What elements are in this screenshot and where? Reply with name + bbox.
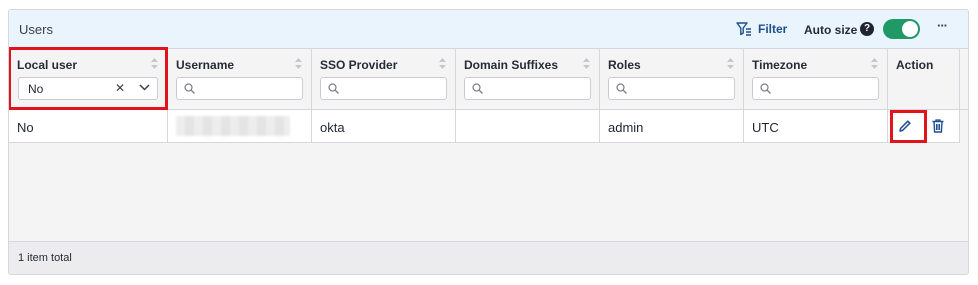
trash-icon [932,119,944,133]
search-icon [472,83,483,94]
column-header-username[interactable]: Username [168,49,312,110]
sort-icon[interactable] [583,58,590,69]
sort-icon[interactable] [439,58,446,69]
search-icon [184,83,195,94]
filter-button-label: Filter [758,22,788,36]
sort-icon[interactable] [871,58,878,69]
autosize-toggle[interactable] [883,19,920,39]
cell-text: okta [320,120,345,135]
delete-button[interactable] [931,118,945,134]
column-label: Timezone [752,58,808,72]
help-icon[interactable]: ? [860,22,874,36]
item-total-count: 1 item total [18,252,72,264]
column-label: SSO Provider [320,58,398,72]
search-icon [328,83,339,94]
table-body: No okta admin UTC [9,110,968,241]
table-row: No okta admin UTC [9,110,960,143]
username-search-input[interactable] [199,80,298,97]
more-options-button[interactable]: ··· [934,19,950,36]
table-toolbar: Users Filter Auto size ? ··· [9,10,968,49]
domain-suffixes-search-field[interactable] [464,77,591,100]
timezone-search-field[interactable] [752,77,879,100]
sso-provider-search-field[interactable] [320,77,447,100]
edit-button-highlight [890,110,927,143]
username-search-field[interactable] [176,77,303,100]
sort-icon[interactable] [727,58,734,69]
table-footer: 1 item total [9,241,968,274]
toggle-knob [902,21,918,37]
search-icon [760,83,771,94]
column-header-domain-suffixes[interactable]: Domain Suffixes [456,49,600,110]
panel-title: Users [19,22,53,37]
domain-suffixes-search-input[interactable] [487,80,586,97]
column-header-sso-provider[interactable]: SSO Provider [312,49,456,110]
cell-sso-provider: okta [312,110,456,143]
sso-provider-search-input[interactable] [343,80,442,97]
autosize-label: Auto size [804,23,858,37]
cell-timezone: UTC [744,110,888,143]
cell-text: UTC [752,120,779,135]
filter-button[interactable]: Filter [736,21,787,37]
redacted-username [176,116,290,136]
search-icon [616,83,627,94]
roles-search-field[interactable] [608,77,735,100]
column-header-action: Action [888,49,960,110]
column-label: Username [176,58,235,72]
sort-icon[interactable] [295,58,302,69]
column-header-timezone[interactable]: Timezone [744,49,888,110]
column-label: Domain Suffixes [464,58,559,72]
column-label: Action [896,58,934,72]
users-table-panel: Users Filter Auto size ? ··· Local user … [8,9,969,275]
column-header-roles[interactable]: Roles [600,49,744,110]
filter-icon [736,22,751,36]
column-label: Roles [608,58,641,72]
cell-domain-suffixes [456,110,600,143]
cell-text: No [17,120,34,135]
cell-local-user: No [9,110,168,143]
local-user-filter-highlight [9,47,168,110]
roles-search-input[interactable] [631,80,730,97]
cell-username [168,110,312,143]
timezone-search-input[interactable] [775,80,874,97]
cell-text: admin [608,120,644,135]
cell-roles: admin [600,110,744,143]
